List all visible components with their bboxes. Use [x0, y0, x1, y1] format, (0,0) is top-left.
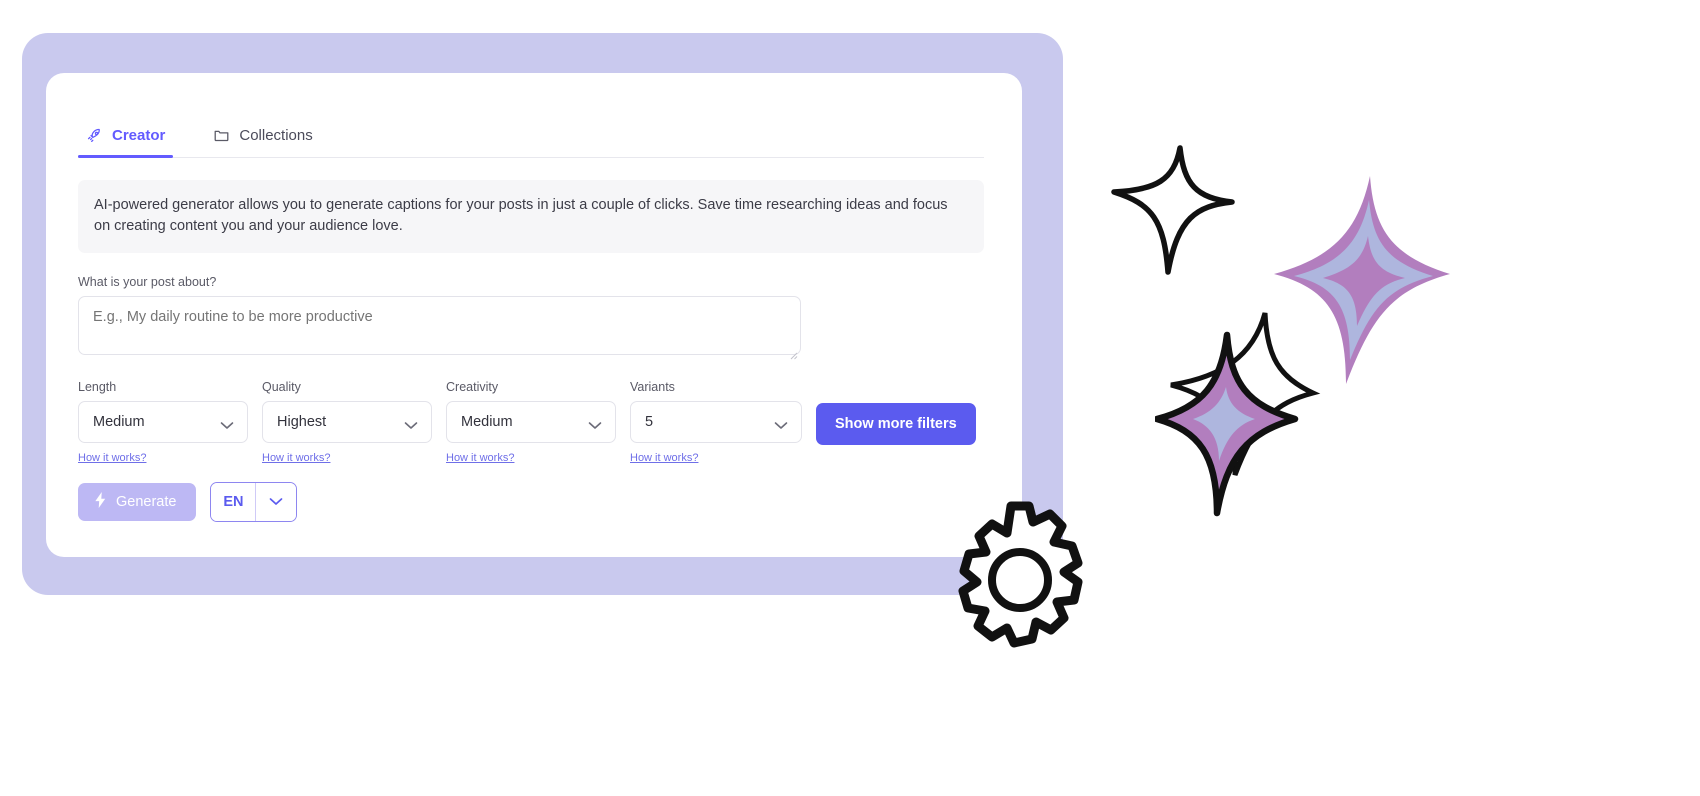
chevron-down-icon: [588, 418, 602, 429]
select-group-length: Length Medium How it works?: [78, 380, 248, 466]
lightning-bolt-icon: [94, 492, 107, 512]
label-quality: Quality: [262, 380, 301, 395]
language-code[interactable]: EN: [211, 483, 256, 522]
actions-row: Generate EN: [78, 482, 984, 523]
chevron-down-icon: [774, 418, 788, 429]
how-it-works-creativity[interactable]: How it works?: [446, 452, 514, 464]
how-it-works-variants[interactable]: How it works?: [630, 452, 698, 464]
select-group-variants: Variants 5 How it works?: [630, 380, 802, 466]
tab-collections[interactable]: Collections: [205, 127, 330, 157]
sparkle-filled-right-icon: [1270, 170, 1455, 395]
label-variants: Variants: [630, 380, 675, 395]
select-creativity-value: Medium: [461, 414, 513, 431]
rocket-icon: [86, 127, 103, 144]
sparkle-filled-bottom-icon: [1153, 305, 1330, 525]
select-group-creativity: Creativity Medium How it works?: [446, 380, 616, 466]
folder-icon: [213, 127, 230, 144]
how-it-works-quality[interactable]: How it works?: [262, 452, 330, 464]
select-group-quality: Quality Highest How it works?: [262, 380, 432, 466]
select-length-value: Medium: [93, 414, 145, 431]
tab-creator-label: Creator: [112, 127, 166, 144]
chevron-down-icon: [404, 418, 418, 429]
select-quality-value: Highest: [277, 414, 327, 431]
how-it-works-length[interactable]: How it works?: [78, 452, 146, 464]
tab-bar: Creator Collections: [78, 113, 984, 158]
language-selector: EN: [210, 482, 298, 523]
creator-card: Creator Collections AI-powered generator…: [46, 73, 1022, 557]
sparkle-outline-top-icon: [1110, 140, 1240, 285]
generate-button[interactable]: Generate: [78, 483, 197, 522]
select-quality[interactable]: Highest: [262, 401, 432, 444]
label-length: Length: [78, 380, 117, 395]
select-length[interactable]: Medium: [78, 401, 248, 444]
prompt-input[interactable]: [78, 296, 801, 356]
generate-label: Generate: [116, 494, 177, 511]
filters-row: Length Medium How it works? Quality High…: [78, 380, 984, 466]
tab-creator[interactable]: Creator: [78, 127, 183, 158]
chevron-down-icon: [269, 493, 283, 511]
info-banner: AI-powered generator allows you to gener…: [78, 180, 984, 254]
show-more-filters-button[interactable]: Show more filters: [816, 403, 976, 446]
language-dropdown-toggle[interactable]: [255, 483, 297, 522]
select-variants[interactable]: 5: [630, 401, 802, 444]
select-variants-value: 5: [645, 414, 654, 431]
card-content: Creator Collections AI-powered generator…: [78, 113, 984, 523]
chevron-down-icon: [220, 418, 234, 429]
tab-collections-label: Collections: [239, 127, 313, 144]
prompt-label: What is your post about?: [78, 275, 217, 290]
label-creativity: Creativity: [446, 380, 499, 395]
select-creativity[interactable]: Medium: [446, 401, 616, 444]
